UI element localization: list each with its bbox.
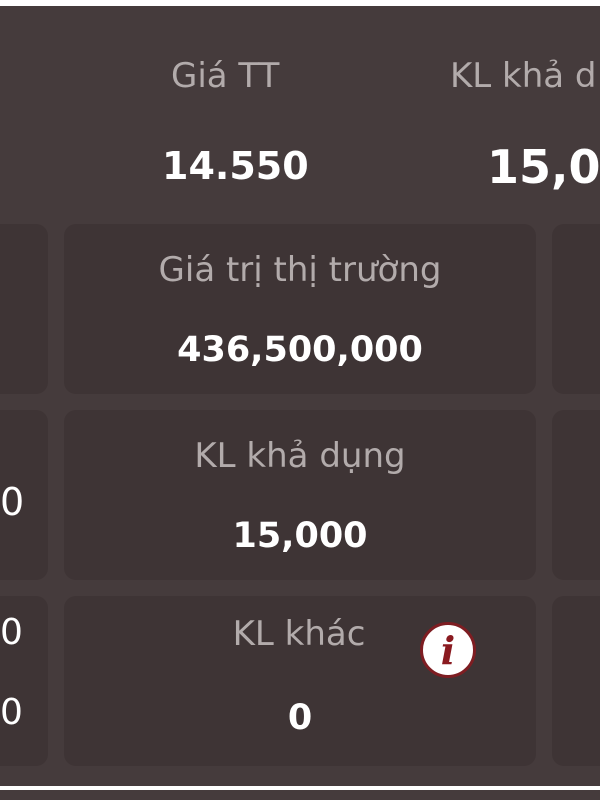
available-qty-label: KL khả dụng xyxy=(194,436,406,476)
available-qty-value: 15,000 xyxy=(232,516,368,556)
left-row3-bottom-value: 0 xyxy=(0,692,23,733)
market-value-amount: 436,500,000 xyxy=(177,330,423,370)
left-row3-top-value: 0 xyxy=(0,612,23,653)
other-qty-card: KL khác i 0 xyxy=(64,596,536,766)
market-value-label: Giá trị thị trường xyxy=(158,250,442,290)
available-qty-header-value: 15,00 xyxy=(487,140,600,194)
available-qty-card: KL khả dụng 15,000 xyxy=(64,410,536,580)
position-detail-panel: Giá TT 14.550 KL khả d 15,00 Giá trị thị… xyxy=(0,6,600,786)
left-card-row1 xyxy=(0,224,48,394)
available-qty-header-label: KL khả d xyxy=(450,56,597,96)
right-card-row2 xyxy=(552,410,600,580)
left-card-row3: 0 0 xyxy=(0,596,48,766)
market-value-card: Giá trị thị trường 436,500,000 xyxy=(64,224,536,394)
info-icon[interactable]: i xyxy=(420,622,476,678)
bottom-divider xyxy=(0,790,600,800)
right-card-row3 xyxy=(552,596,600,766)
market-price-label: Giá TT xyxy=(171,56,280,96)
left-row2-value: 0 xyxy=(0,480,25,524)
other-qty-value: 0 xyxy=(287,698,313,738)
right-card-row1 xyxy=(552,224,600,394)
market-price-value: 14.550 xyxy=(162,144,309,188)
left-card-row2: 0 xyxy=(0,410,48,580)
